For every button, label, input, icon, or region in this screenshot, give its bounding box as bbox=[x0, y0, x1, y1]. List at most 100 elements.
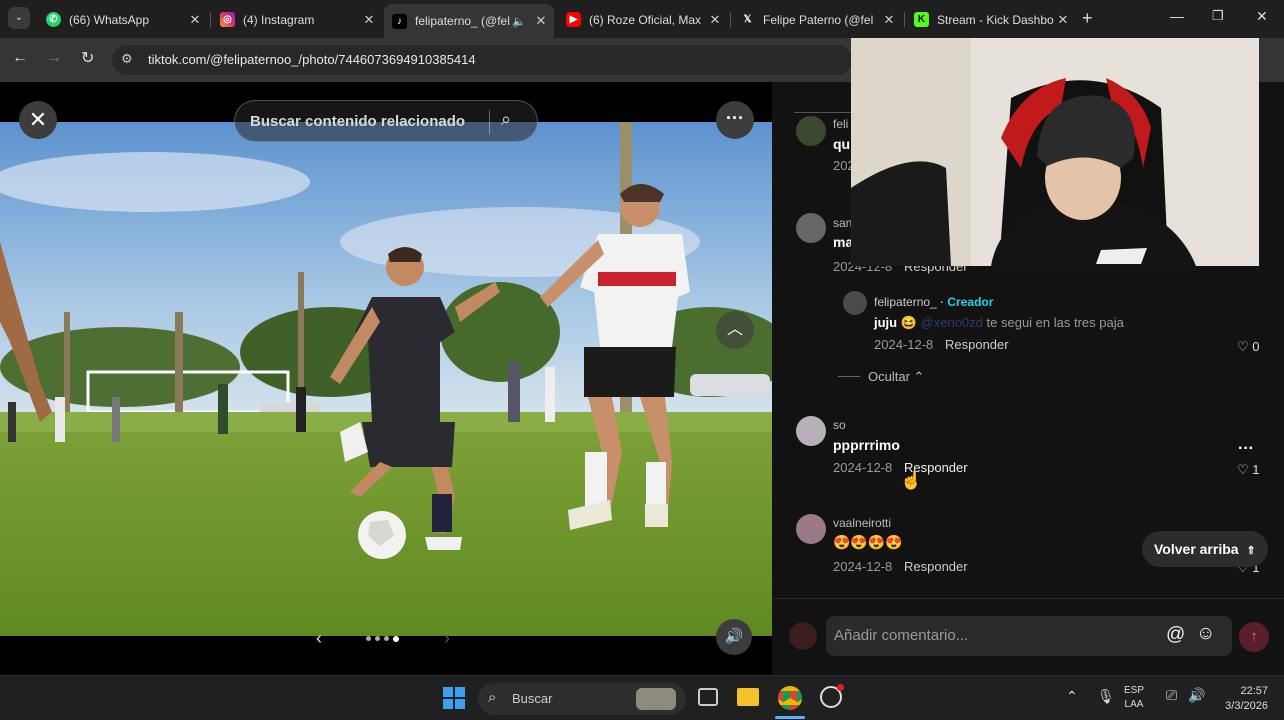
volume-icon[interactable]: 🔊 bbox=[1188, 687, 1205, 704]
x-icon: 𝕏 bbox=[743, 14, 752, 25]
like-count: 1 bbox=[1252, 462, 1260, 477]
tab-tiktok[interactable]: ♪ felipaterno_ (@fel 🔈 ✕ bbox=[384, 4, 554, 38]
close-icon[interactable]: ✕ bbox=[360, 12, 378, 28]
instagram-icon: ◎ bbox=[220, 12, 235, 27]
carousel-dot bbox=[375, 636, 380, 641]
prev-photo-icon[interactable]: ‹ bbox=[316, 628, 322, 649]
minimize-button[interactable]: — bbox=[1170, 8, 1184, 24]
more-options-button[interactable]: ··· bbox=[716, 101, 754, 139]
comment-username[interactable]: vaalneirotti bbox=[833, 516, 891, 530]
comment-more-button[interactable]: ··· bbox=[1238, 440, 1254, 458]
tab-instagram[interactable]: ◎ (4) Instagram ✕ bbox=[212, 5, 382, 34]
tab-search-button[interactable]: ⌄ bbox=[8, 7, 30, 29]
double-chevron-up-icon: ⇑ bbox=[1246, 545, 1256, 557]
post-comment-button[interactable]: ↑ bbox=[1239, 622, 1269, 652]
url-text[interactable]: tiktok.com/@felipaternoo_/photo/74460736… bbox=[148, 52, 476, 67]
reply-button[interactable]: Responder bbox=[945, 337, 1009, 352]
comment-username[interactable]: san bbox=[833, 216, 852, 230]
mention-link[interactable]: @xeno0zd bbox=[921, 315, 983, 330]
carousel-dot bbox=[384, 636, 389, 641]
avatar[interactable] bbox=[843, 291, 867, 315]
avatar[interactable] bbox=[796, 514, 826, 544]
post-photo bbox=[0, 122, 772, 636]
close-icon[interactable]: ✕ bbox=[880, 12, 898, 28]
comment-username[interactable]: feli bbox=[833, 117, 848, 131]
close-viewer-button[interactable]: ✕ bbox=[19, 101, 57, 139]
back-to-top-button[interactable]: Volver arriba ⇑ bbox=[1142, 531, 1268, 567]
tab-x[interactable]: 𝕏 Felipe Paterno (@fel ✕ bbox=[732, 5, 902, 34]
whatsapp-icon: ✆ bbox=[46, 12, 61, 27]
language-top: ESP bbox=[1124, 685, 1145, 696]
next-photo-icon[interactable]: › bbox=[444, 628, 450, 649]
reload-icon[interactable]: ↻ bbox=[81, 48, 94, 68]
mention-icon[interactable]: @ bbox=[1166, 624, 1185, 646]
browser-tab-bar: ⌄ ✆ (66) WhatsApp ✕ ◎ (4) Instagram ✕ ♪ … bbox=[0, 0, 1284, 38]
taskbar-search-box[interactable]: ⌕ Buscar bbox=[478, 683, 686, 715]
close-window-button[interactable]: ✕ bbox=[1256, 8, 1268, 25]
chevron-up-icon[interactable]: ⌃ bbox=[1066, 688, 1078, 705]
kick-icon: K bbox=[914, 12, 929, 27]
site-settings-icon[interactable]: ⚙ bbox=[121, 51, 133, 67]
comment-username[interactable]: so bbox=[833, 418, 846, 432]
maximize-button[interactable]: ❐ bbox=[1212, 8, 1224, 24]
back-icon[interactable]: ← bbox=[12, 49, 28, 67]
microphone-icon[interactable]: 🎙 bbox=[1097, 688, 1115, 705]
like-count: 0 bbox=[1252, 339, 1260, 354]
reply-button[interactable]: Responder bbox=[904, 559, 968, 574]
forward-icon[interactable]: → bbox=[46, 49, 62, 67]
tab-label: (66) WhatsApp bbox=[69, 12, 150, 27]
chrome-icon[interactable] bbox=[778, 686, 802, 710]
clock-date: 3/3/2026 bbox=[1225, 700, 1268, 712]
related-search-box[interactable]: Buscar contenido relacionado ⌕ bbox=[234, 100, 538, 142]
laugh-emoji-icon: 😆 bbox=[900, 315, 917, 330]
emoji-icon[interactable]: ☺ bbox=[1196, 623, 1215, 645]
tab-kick[interactable]: K Stream - Kick Dashbo ✕ bbox=[906, 5, 1076, 34]
creator-badge: · Creador bbox=[940, 295, 994, 309]
mouse-cursor-icon: ☝ bbox=[900, 470, 923, 490]
clock[interactable]: 22:57 3/3/2026 bbox=[1212, 684, 1268, 714]
close-icon[interactable]: ✕ bbox=[706, 12, 724, 28]
tab-label: (6) Roze Oficial, Max bbox=[589, 12, 702, 27]
close-icon[interactable]: ✕ bbox=[1054, 12, 1072, 28]
comment-username[interactable]: felipaterno_ bbox=[874, 295, 937, 309]
clock-time: 22:57 bbox=[1240, 685, 1268, 697]
related-search-input[interactable]: Buscar contenido relacionado bbox=[250, 113, 465, 130]
windows-start-icon[interactable] bbox=[443, 687, 465, 709]
streamer-webcam bbox=[851, 38, 1259, 266]
scroll-up-button[interactable]: ︿ bbox=[716, 311, 754, 349]
carousel-dot bbox=[366, 636, 371, 641]
hide-replies-label: Ocultar bbox=[868, 369, 910, 384]
avatar[interactable] bbox=[796, 116, 826, 146]
task-view-icon[interactable] bbox=[698, 688, 718, 706]
add-comment-box[interactable]: Añadir comentario... @ ☺ bbox=[826, 616, 1232, 656]
like-button[interactable]: ♡ 1 bbox=[1237, 462, 1260, 478]
avatar[interactable] bbox=[796, 213, 826, 243]
tab-whatsapp[interactable]: ✆ (66) WhatsApp ✕ bbox=[38, 5, 208, 34]
hide-replies-button[interactable]: Ocultar ⌃ bbox=[868, 369, 924, 385]
speaker-icon[interactable]: 🔈 bbox=[512, 15, 526, 28]
add-comment-input[interactable]: Añadir comentario... bbox=[834, 627, 968, 644]
comment-text: qu bbox=[833, 136, 851, 152]
close-icon[interactable]: ✕ bbox=[186, 12, 204, 28]
current-user-avatar[interactable] bbox=[789, 622, 817, 650]
network-icon[interactable]: ⎚ bbox=[1166, 687, 1177, 704]
volume-button[interactable]: 🔊 bbox=[716, 619, 752, 655]
carousel-dot-active bbox=[393, 636, 399, 642]
comment-text: 😍😍😍😍 bbox=[833, 534, 903, 550]
comment-date: 2024-12-8 bbox=[833, 460, 893, 475]
tab-youtube[interactable]: ▶ (6) Roze Oficial, Max ✕ bbox=[558, 5, 728, 34]
heart-icon: ♡ bbox=[1237, 339, 1249, 354]
search-icon[interactable]: ⌕ bbox=[501, 109, 511, 130]
tab-label: felipaterno_ (@fel bbox=[415, 14, 510, 28]
close-icon[interactable]: ✕ bbox=[532, 13, 550, 29]
heart-icon: ♡ bbox=[1237, 462, 1249, 477]
file-explorer-icon[interactable] bbox=[737, 688, 759, 706]
avatar[interactable] bbox=[796, 416, 826, 446]
tab-label: Felipe Paterno (@fel bbox=[763, 12, 874, 27]
like-button[interactable]: ♡ 0 bbox=[1237, 339, 1260, 355]
new-tab-button[interactable]: + bbox=[1082, 8, 1093, 29]
back-to-top-label: Volver arriba bbox=[1154, 541, 1239, 557]
language-indicator[interactable]: ESP LAA bbox=[1124, 684, 1144, 712]
taskbar-search-label: Buscar bbox=[512, 691, 553, 706]
comment-text: juju bbox=[874, 315, 898, 330]
